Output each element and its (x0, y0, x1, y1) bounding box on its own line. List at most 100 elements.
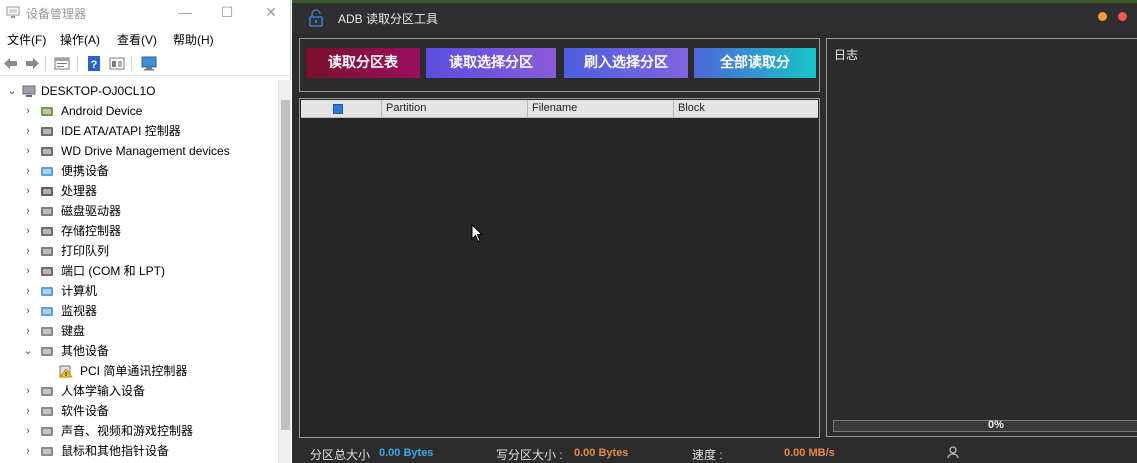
processor-icon (41, 187, 53, 196)
expand-chevron-icon[interactable]: › (22, 241, 34, 261)
tree-category-item[interactable]: › 计算机 (0, 281, 278, 301)
tree-category-item[interactable]: › 人体学输入设备 (0, 381, 278, 401)
expand-chevron-icon[interactable]: › (22, 141, 34, 161)
tree-category-item[interactable]: › 键盘 (0, 321, 278, 341)
view-icon[interactable] (108, 55, 126, 72)
tree-item-label: 处理器 (61, 184, 98, 198)
tree-item-label: 存储控制器 (61, 224, 122, 238)
tree-category-item[interactable]: › 打印队列 (0, 241, 278, 261)
read-selected-partition-button[interactable]: 读取选择分区 (426, 48, 556, 78)
scrollbar-thumb[interactable] (281, 100, 290, 430)
close-button[interactable]: ✕ (262, 3, 280, 21)
expand-chevron-icon[interactable]: › (22, 161, 34, 181)
storage-controller-icon (41, 227, 53, 236)
tree-category-item[interactable]: › 端口 (COM 和 LPT) (0, 261, 278, 281)
tree-category-item[interactable]: ⌄ 其他设备 (0, 341, 278, 361)
expand-chevron-icon[interactable]: › (22, 321, 34, 341)
column-header-filename[interactable]: Filename (527, 100, 673, 117)
menu-help[interactable]: 帮助(H) (173, 31, 214, 48)
tree-item-label: 鼠标和其他指针设备 (61, 444, 170, 458)
minimize-button[interactable]: — (176, 3, 194, 21)
expand-chevron-icon[interactable]: › (22, 381, 34, 401)
toolbar-separator (131, 56, 132, 71)
device-manager-titlebar[interactable]: 设备管理器 — ☐ ✕ (0, 0, 291, 26)
forward-arrow-icon[interactable] (23, 55, 41, 72)
tree-item-label: Android Device (61, 104, 143, 118)
tree-category-item[interactable]: › 软件设备 (0, 401, 278, 421)
adb-titlebar[interactable]: ADB 读取分区工具 (292, 3, 1137, 34)
android-device-icon (41, 107, 53, 116)
adb-title: ADB 读取分区工具 (338, 12, 439, 26)
tree-root[interactable]: ⌄ DESKTOP-OJ0CL1O (0, 81, 278, 101)
computer-icon (41, 287, 53, 296)
tree-category-item[interactable]: › 磁盘驱动器 (0, 201, 278, 221)
expand-chevron-icon[interactable]: › (22, 121, 34, 141)
tree-category-item[interactable]: › 监视器 (0, 301, 278, 321)
expand-chevron-icon[interactable]: › (22, 401, 34, 421)
write-partition-label: 写分区大小 : (496, 448, 563, 462)
read-all-partitions-button[interactable]: 全部读取分 (694, 48, 816, 78)
speed-label: 速度 : (692, 448, 723, 462)
expand-chevron-icon[interactable]: › (22, 281, 34, 301)
tree-category-item[interactable]: › Android Device (0, 101, 278, 121)
menu-action[interactable]: 操作(A) (60, 31, 100, 48)
user-icon (947, 446, 959, 459)
device-tree: ⌄ DESKTOP-OJ0CL1O › Android Device › IDE AT… (0, 80, 278, 463)
status-bar: 分区总大小 0.00 Bytes 写分区大小 : 0.00 Bytes 速度 :… (292, 442, 1137, 463)
expand-chevron-icon[interactable]: › (22, 301, 34, 321)
minimize-dot-button[interactable] (1098, 12, 1107, 21)
tree-item-label: 磁盘驱动器 (61, 204, 122, 218)
column-header-partition[interactable]: Partition (381, 100, 527, 117)
disk-drive-icon (41, 207, 53, 216)
printer-icon (41, 247, 53, 256)
back-arrow-icon[interactable] (2, 55, 20, 72)
expand-chevron-icon[interactable]: › (22, 421, 34, 441)
tree-root-label: DESKTOP-OJ0CL1O (41, 84, 156, 98)
tree-category-item[interactable]: › 声音、视频和游戏控制器 (0, 421, 278, 441)
expand-chevron-icon[interactable]: › (22, 181, 34, 201)
tree-category-item[interactable]: › 存储控制器 (0, 221, 278, 241)
tree-child-item[interactable]: PCI 简单通讯控制器 (0, 361, 278, 381)
port-icon (41, 267, 53, 276)
partition-total-label: 分区总大小 (310, 448, 371, 462)
select-all-checkbox[interactable] (333, 104, 343, 114)
monitor-scan-icon[interactable] (140, 55, 158, 72)
tree-category-item[interactable]: › 处理器 (0, 181, 278, 201)
tree-category-item[interactable]: › WD Drive Management devices (0, 141, 278, 161)
expand-chevron-icon[interactable]: › (22, 441, 34, 461)
menu-file[interactable]: 文件(F) (7, 31, 46, 48)
expand-chevron-icon[interactable]: › (22, 101, 34, 121)
tree-item-label: 人体学输入设备 (61, 384, 146, 398)
help-icon[interactable]: ? (85, 55, 103, 72)
svg-text:?: ? (91, 59, 98, 71)
menu-bar: 文件(F) 操作(A) 查看(V) 帮助(H) (0, 28, 291, 48)
menu-view[interactable]: 查看(V) (117, 31, 157, 48)
read-partition-table-button[interactable]: 读取分区表 (306, 48, 420, 78)
wd-device-icon (41, 147, 53, 156)
hid-icon (41, 387, 53, 396)
tree-scrollbar[interactable] (278, 80, 291, 463)
close-dot-button[interactable] (1118, 12, 1127, 21)
device-manager-title: 设备管理器 (26, 7, 87, 21)
tree-category-item[interactable]: › 便携设备 (0, 161, 278, 181)
collapse-chevron-icon[interactable]: ⌄ (6, 81, 18, 101)
tree-item-label: 便携设备 (61, 164, 110, 178)
tree-category-item[interactable]: › IDE ATA/ATAPI 控制器 (0, 121, 278, 141)
table-header: Partition Filename Block (301, 100, 818, 118)
tree-item-label: 端口 (COM 和 LPT) (61, 264, 165, 278)
software-device-icon (41, 407, 53, 416)
tree-category-item[interactable]: › 鼠标和其他指针设备 (0, 441, 278, 461)
mouse-icon (41, 447, 53, 456)
properties-icon[interactable] (53, 55, 71, 72)
warning-device-icon (59, 365, 73, 378)
expand-chevron-icon[interactable]: › (22, 201, 34, 221)
collapse-chevron-icon[interactable]: ⌄ (22, 341, 34, 361)
speed-value: 0.00 MB/s (784, 447, 835, 459)
column-header-block[interactable]: Block (673, 100, 818, 117)
partition-table[interactable]: Partition Filename Block (299, 98, 820, 438)
expand-chevron-icon[interactable]: › (22, 261, 34, 281)
maximize-button[interactable]: ☐ (218, 3, 236, 21)
expand-chevron-icon[interactable]: › (22, 221, 34, 241)
column-select-all[interactable] (301, 100, 381, 117)
flash-selected-partition-button[interactable]: 刷入选择分区 (564, 48, 688, 78)
